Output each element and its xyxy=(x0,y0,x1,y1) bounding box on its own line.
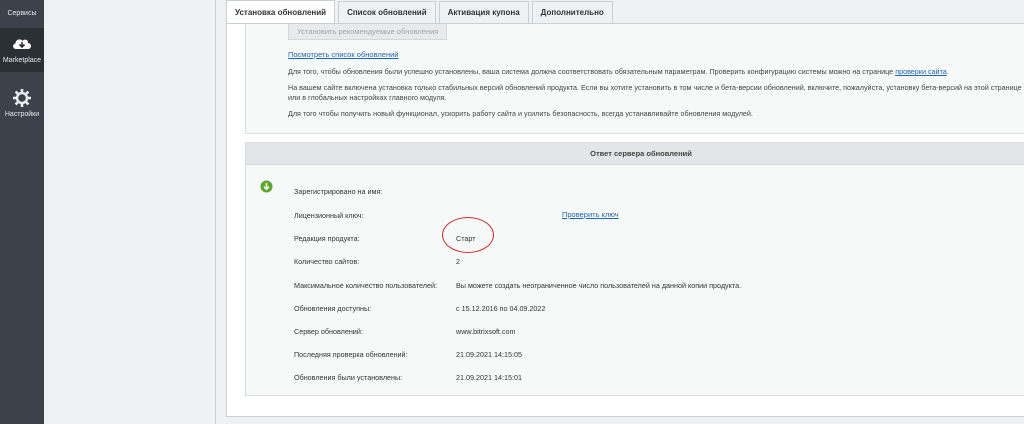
services-icon xyxy=(11,0,33,8)
tab-updates-list[interactable]: Список обновлений xyxy=(338,1,436,23)
requirements-text: Для того, чтобы обновления были успешно … xyxy=(288,67,1024,77)
left-sidebar: Сервисы Marketplace Настройки xyxy=(0,0,44,424)
row-label-license-key: Лицензионный ключ: xyxy=(294,211,364,220)
row-value-update-server: www.bitrixsoft.com xyxy=(456,327,516,336)
requirements-text-body: Для того, чтобы обновления были успешно … xyxy=(288,67,896,76)
cloud-download-icon xyxy=(13,39,31,49)
tab-bar: Установка обновлений Список обновлений А… xyxy=(226,0,613,24)
success-icon xyxy=(260,180,273,193)
server-response-box: Ответ сервера обновлений Зарегистрирован… xyxy=(245,142,1024,396)
sidebar-item-marketplace[interactable]: Marketplace xyxy=(0,28,44,72)
sidebar-item-services[interactable]: Сервисы xyxy=(0,0,44,20)
row-label-product-edition: Редакция продукта: xyxy=(294,234,360,243)
row-label-last-check: Последняя проверка обновлений: xyxy=(294,350,408,359)
gear-icon xyxy=(13,89,31,107)
sidebar-item-settings[interactable]: Настройки xyxy=(0,82,44,126)
row-value-last-installed: 21.09.2021 14:15:01 xyxy=(456,373,522,382)
row-value-sites-count: 2 xyxy=(456,257,460,266)
row-label-updates-available: Обновления доступны: xyxy=(294,304,372,313)
site-check-link[interactable]: проверки сайта xyxy=(895,67,947,76)
row-value-updates-available: с 15.12.2016 по 04.09.2022 xyxy=(456,304,546,313)
sidebar-item-label: Marketplace xyxy=(2,57,42,64)
info-box: Установить рекомендуемые обновления Посм… xyxy=(245,24,1024,134)
beta-info-text: На вашем сайте включена установка только… xyxy=(288,83,1022,102)
main-content: Установка обновлений Список обновлений А… xyxy=(216,0,1024,424)
modules-info-text: Для того чтобы получить новый функционал… xyxy=(288,109,753,118)
tab-coupon-activation[interactable]: Активация купона xyxy=(438,1,529,23)
row-value-last-check: 21.09.2021 14:15:05 xyxy=(456,350,522,359)
view-updates-list-link[interactable]: Посмотреть список обновлений xyxy=(288,50,398,59)
tab-additional[interactable]: Дополнительно xyxy=(531,1,613,23)
row-label-max-users: Максимальное количество пользователей: xyxy=(294,281,438,290)
row-label-last-installed: Обновления были установлены: xyxy=(294,373,403,382)
sidebar-item-label: Настройки xyxy=(4,111,40,118)
row-label-update-server: Сервер обновлений: xyxy=(294,327,363,336)
check-key-link[interactable]: Проверить ключ xyxy=(562,210,619,219)
gutter xyxy=(44,0,216,424)
tab-install-updates[interactable]: Установка обновлений xyxy=(226,0,336,24)
row-value-max-users: Вы можете создать неограниченное число п… xyxy=(456,281,742,290)
install-recommended-button[interactable]: Установить рекомендуемые обновления xyxy=(288,24,448,40)
annotation-circle xyxy=(442,217,494,253)
row-label-registered-to: Зарегистрировано на имя: xyxy=(294,187,383,196)
tab-panel: Установить рекомендуемые обновления Посм… xyxy=(226,23,1024,417)
row-label-sites-count: Количество сайтов: xyxy=(294,257,360,266)
sidebar-item-label: Сервисы xyxy=(7,10,37,17)
requirements-text-end: . xyxy=(946,67,949,76)
server-response-header: Ответ сервера обновлений xyxy=(246,143,1024,165)
